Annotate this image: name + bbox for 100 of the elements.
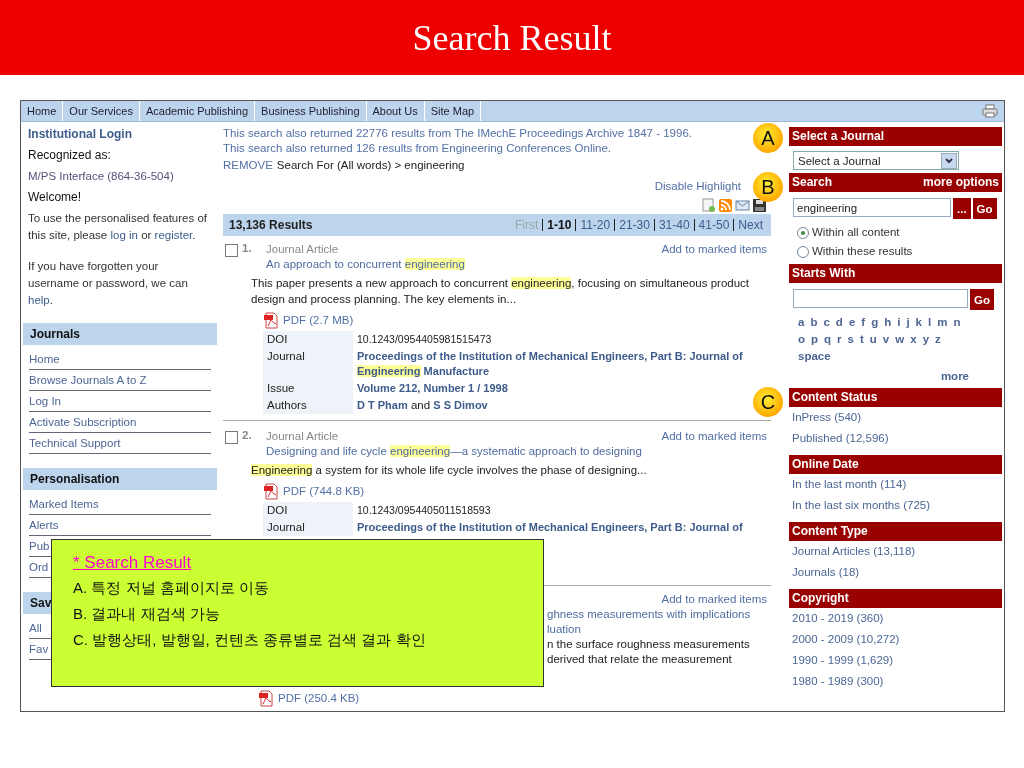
- sidebar-link[interactable]: Home: [29, 353, 60, 365]
- sidebar-link[interactable]: Activate Subscription: [29, 416, 137, 428]
- letter-link[interactable]: i: [897, 314, 901, 331]
- letter-link[interactable]: s: [847, 331, 854, 348]
- add-to-marked-link[interactable]: Add to marked items: [661, 242, 767, 257]
- go-button[interactable]: Go: [972, 198, 997, 219]
- facet-link[interactable]: 2010 - 2019 (360): [792, 612, 884, 624]
- more-options-link[interactable]: more options: [923, 173, 999, 192]
- sidebar-link[interactable]: Marked Items: [29, 498, 99, 510]
- add-to-marked-link[interactable]: Add to marked items: [661, 429, 767, 444]
- pdf-link[interactable]: PDF (2.7 MB): [283, 311, 354, 329]
- save-icon[interactable]: [752, 198, 767, 212]
- letter-link[interactable]: e: [848, 314, 856, 331]
- facet-link[interactable]: InPress (540): [792, 411, 862, 423]
- page-link[interactable]: 21-30: [614, 219, 654, 231]
- letter-link[interactable]: r: [837, 331, 842, 348]
- page-link[interactable]: 1-10: [542, 219, 576, 231]
- sidebar-link[interactable]: Fav: [29, 643, 49, 655]
- letter-link[interactable]: t: [860, 331, 864, 348]
- sidebar-link[interactable]: Browse Journals A to Z: [29, 374, 147, 386]
- pdf-link[interactable]: PDF (744.8 KB): [283, 482, 365, 500]
- facet-link[interactable]: 1990 - 1999 (1,629): [792, 654, 894, 666]
- radio-label[interactable]: Within these results: [812, 242, 913, 261]
- text-link[interactable]: register: [154, 229, 193, 241]
- journal-dropdown[interactable]: Select a Journal: [793, 151, 959, 170]
- letter-link[interactable]: j: [906, 314, 910, 331]
- go-button[interactable]: Go: [970, 289, 994, 310]
- radio-label[interactable]: Within all content: [812, 223, 900, 242]
- facet-link[interactable]: Journal Articles (13,118): [792, 545, 916, 557]
- checkbox[interactable]: [225, 431, 238, 444]
- facet-link[interactable]: In the last six months (725): [792, 499, 931, 511]
- meta-link[interactable]: Volume 212, Number 1 / 1998: [357, 381, 508, 396]
- author-link[interactable]: D T Pham: [357, 399, 408, 411]
- letter-link[interactable]: w: [895, 331, 905, 348]
- letter-link[interactable]: a: [798, 314, 805, 331]
- page-link[interactable]: 41-50: [693, 219, 734, 231]
- sidebar-link[interactable]: Ord: [29, 561, 49, 573]
- meta-link[interactable]: Proceedings of the Institution of Mechanical Engineers, Part B: Journal of: [357, 520, 743, 535]
- sidebar-link[interactable]: Alerts: [29, 519, 59, 531]
- disable-highlight-link[interactable]: Disable Highlight: [654, 178, 741, 194]
- letter-link[interactable]: c: [823, 314, 830, 331]
- printer-icon[interactable]: [982, 104, 998, 118]
- page-link[interactable]: 11-20: [575, 219, 615, 231]
- facet-link[interactable]: In the last month (114): [792, 478, 907, 490]
- page-link[interactable]: Next: [733, 219, 767, 231]
- nav-link[interactable]: Academic Publishing: [139, 101, 256, 121]
- letter-link[interactable]: b: [810, 314, 818, 331]
- letter-link[interactable]: d: [835, 314, 843, 331]
- letter-link[interactable]: space: [798, 348, 831, 365]
- nav-link[interactable]: Business Publishing: [255, 101, 367, 121]
- letter-link[interactable]: n: [953, 314, 961, 331]
- letter-link[interactable]: z: [935, 331, 941, 348]
- article-title-link[interactable]: An approach to concurrent engineering: [266, 257, 767, 272]
- checkbox[interactable]: [225, 244, 238, 257]
- author-link[interactable]: S S Dimov: [433, 399, 488, 411]
- letter-link[interactable]: k: [915, 314, 922, 331]
- text-link[interactable]: help: [28, 294, 50, 306]
- letter-link[interactable]: u: [869, 331, 877, 348]
- sidebar-link[interactable]: All: [29, 622, 42, 634]
- letter-link[interactable]: l: [928, 314, 932, 331]
- rss-icon[interactable]: [718, 198, 733, 212]
- facet-link[interactable]: Journals (18): [792, 566, 860, 578]
- sidebar-link[interactable]: Log In: [29, 395, 61, 407]
- article-title-fragment[interactable]: ghness measurements with implications: [547, 608, 751, 620]
- letter-link[interactable]: q: [824, 331, 832, 348]
- sidebar-link[interactable]: Technical Support: [29, 437, 121, 449]
- nav-link[interactable]: Site Map: [424, 101, 482, 121]
- letter-link[interactable]: f: [861, 314, 866, 331]
- text-link[interactable]: log in: [110, 229, 138, 241]
- letter-link[interactable]: o: [798, 331, 806, 348]
- page-link[interactable]: 31-40: [653, 219, 694, 231]
- options-button[interactable]: ...: [953, 198, 971, 219]
- letter-link[interactable]: v: [882, 331, 890, 348]
- document-icon[interactable]: [701, 198, 716, 212]
- notice-text: This search also returned 22776 results from The IMechE Proceedings Archive 1847 - 1996.: [223, 126, 692, 141]
- letter-link[interactable]: g: [871, 314, 879, 331]
- article-title-fragment[interactable]: luation: [547, 623, 581, 635]
- search-field[interactable]: engineering: [793, 198, 951, 217]
- pdf-link[interactable]: PDF (250.4 KB): [278, 689, 360, 707]
- more-link[interactable]: more: [940, 370, 969, 382]
- letter-link[interactable]: y: [922, 331, 930, 348]
- nav-link[interactable]: Our Services: [63, 101, 140, 121]
- nav-link[interactable]: Home: [21, 101, 64, 121]
- letter-link[interactable]: p: [811, 331, 819, 348]
- callout-marker: C: [753, 387, 783, 417]
- radio-button[interactable]: [797, 245, 809, 258]
- meta-link[interactable]: Proceedings of the Institution of Mechanical Engineers, Part B: Journal of Engineering Manufacture: [357, 349, 763, 379]
- add-to-marked-link[interactable]: Add to marked items: [661, 593, 767, 605]
- letter-link[interactable]: h: [884, 314, 892, 331]
- facet-link[interactable]: 1980 - 1989 (300): [792, 675, 884, 687]
- login-heading[interactable]: Institutional Login: [21, 124, 217, 145]
- sidebar-link[interactable]: Pub: [29, 540, 50, 552]
- starts-with-field[interactable]: [793, 289, 968, 308]
- radio-button[interactable]: [797, 226, 809, 239]
- facet-link[interactable]: Published (12,596): [792, 432, 889, 444]
- nav-link[interactable]: About Us: [366, 101, 425, 121]
- letter-link[interactable]: m: [937, 314, 948, 331]
- letter-link[interactable]: x: [910, 331, 917, 348]
- remove-link[interactable]: REMOVE: [223, 156, 273, 174]
- facet-link[interactable]: 2000 - 2009 (10,272): [792, 633, 900, 645]
